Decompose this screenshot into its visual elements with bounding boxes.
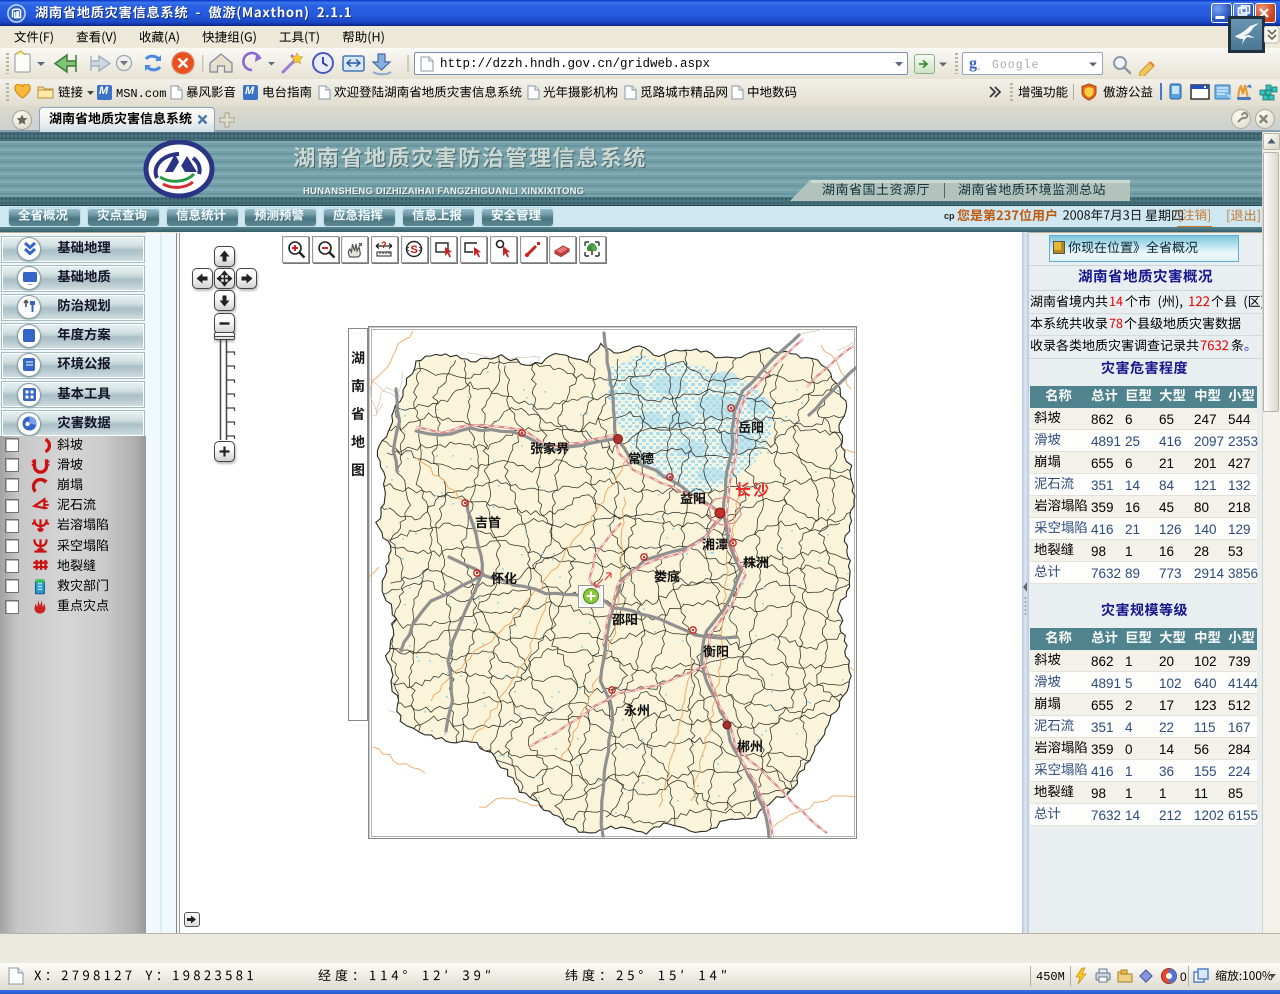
svg-text:?: ?	[381, 240, 387, 250]
svg-text:S: S	[411, 244, 418, 256]
